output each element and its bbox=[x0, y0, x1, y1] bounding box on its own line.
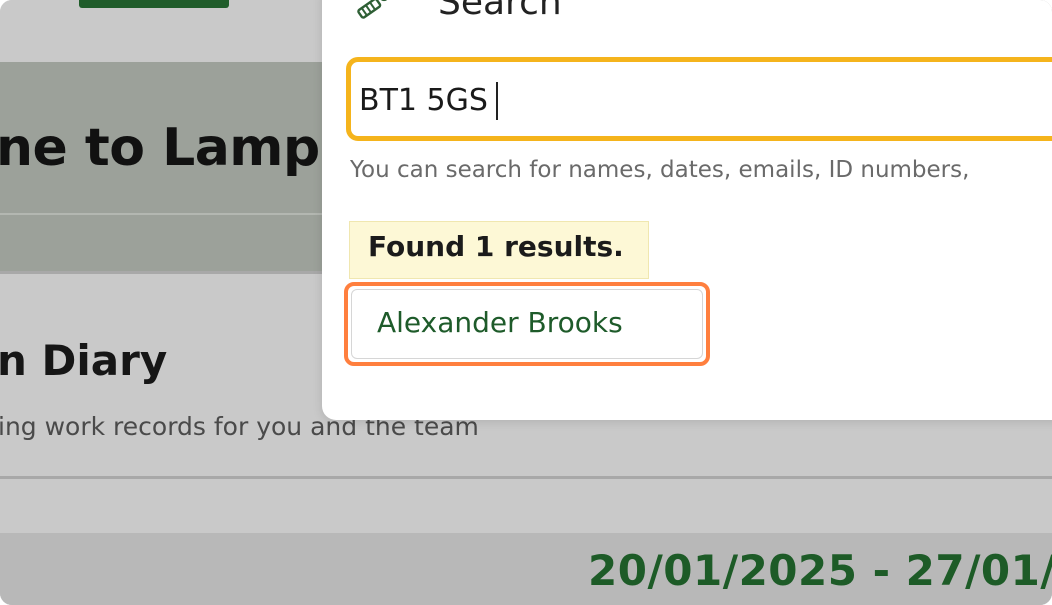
date-range: 20/01/2025 - 27/01/2 bbox=[588, 546, 1052, 595]
diary-title: n Diary bbox=[0, 336, 168, 385]
screen: ne to Lamplig n Diary ing work records f… bbox=[0, 0, 1052, 605]
modal-title: Search bbox=[438, 0, 562, 23]
pencil-search-icon bbox=[355, 0, 389, 22]
search-result-label[interactable]: Alexander Brooks bbox=[377, 306, 623, 339]
search-field[interactable] bbox=[346, 57, 1052, 141]
search-result-item[interactable]: Alexander Brooks bbox=[344, 282, 710, 366]
search-input[interactable] bbox=[355, 70, 963, 130]
search-help-text: You can search for names, dates, emails,… bbox=[350, 157, 970, 183]
card-divider-bottom bbox=[0, 476, 1052, 479]
text-cursor bbox=[496, 82, 498, 120]
results-count-note: Found 1 results. bbox=[349, 221, 649, 279]
background-top-button bbox=[79, 0, 229, 8]
